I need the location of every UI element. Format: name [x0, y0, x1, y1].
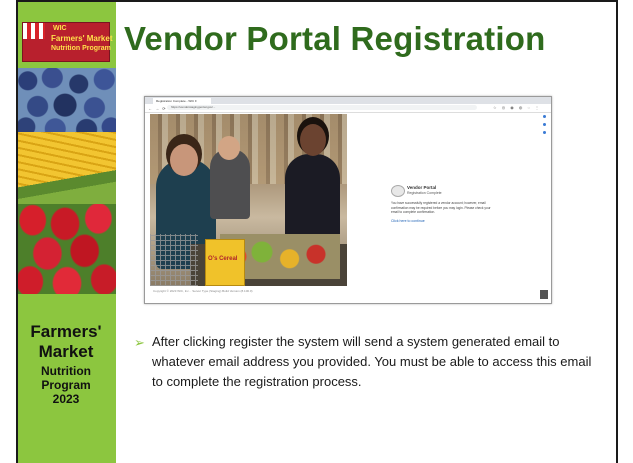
- card-body: You have successfully registered a vendo…: [391, 201, 491, 215]
- cashier-head: [300, 124, 326, 156]
- address-bar[interactable]: https://vendorstagingportal.gov/...: [167, 105, 477, 110]
- extension-icons[interactable]: ☆ ◎ ◉ ◍ ◌ ⋮: [493, 105, 541, 110]
- logo-line1: Farmers' Market: [51, 34, 113, 43]
- portal-screenshot: Registration Complete - WIC F ← → ⟳ http…: [144, 96, 552, 304]
- right-border: [616, 0, 618, 463]
- cereal-box: O's Cereal: [205, 239, 245, 286]
- cereal-box-label: O's Cereal: [208, 256, 238, 262]
- portal-logo-icon: [391, 185, 405, 197]
- slide: WIC Farmers' Market Nutrition Program Fa…: [0, 0, 633, 463]
- top-border: [16, 0, 618, 2]
- left-border: [16, 0, 18, 463]
- sidebar-program-label: Farmers' Market Nutrition Program 2023: [16, 322, 116, 406]
- shopping-cart: [150, 234, 198, 286]
- card-title: Vendor Portal: [407, 185, 437, 190]
- bullet-text: After clicking register the system will …: [152, 334, 592, 389]
- card-subtitle: Registration Complete: [407, 191, 442, 195]
- side-tool-icon[interactable]: [543, 131, 546, 134]
- sidebar-year: 2023: [52, 392, 80, 406]
- corner-icon: [540, 290, 548, 299]
- continue-link[interactable]: Click here to continue: [391, 219, 425, 223]
- sidebar-line2: Market: [38, 342, 94, 361]
- blueberries-image: [18, 68, 116, 132]
- sidebar-line4: Program: [41, 378, 91, 392]
- logo-line2: Nutrition Program: [51, 45, 111, 52]
- side-tool-icon[interactable]: [543, 115, 546, 118]
- logo-org: WIC: [53, 25, 67, 32]
- browser-toolbar: ← → ⟳ https://vendorstagingportal.gov/..…: [145, 104, 551, 113]
- browser-tab-bar: Registration Complete - WIC F: [145, 97, 551, 104]
- corn-image: [18, 132, 116, 204]
- portal-footer: Copyright © 2023 WIC, Inc. · Server Type…: [153, 289, 253, 293]
- strawberries-image: [18, 204, 116, 294]
- awning-icon: [23, 23, 45, 39]
- side-tool-icon[interactable]: [543, 123, 546, 126]
- checkout-photo: O's Cereal: [150, 114, 347, 286]
- nav-buttons-icon[interactable]: ← → ⟳: [148, 106, 167, 111]
- sidebar-line3: Nutrition: [41, 364, 91, 378]
- man-head: [218, 136, 240, 160]
- slide-title: Vendor Portal Registration: [124, 20, 546, 57]
- sidebar-line1: Farmers': [30, 322, 102, 341]
- browser-side-panel: [542, 115, 548, 155]
- farmers-market-logo: WIC Farmers' Market Nutrition Program: [22, 22, 113, 62]
- shopper-head: [170, 144, 198, 176]
- bullet-arrow-icon: ➢: [134, 335, 145, 350]
